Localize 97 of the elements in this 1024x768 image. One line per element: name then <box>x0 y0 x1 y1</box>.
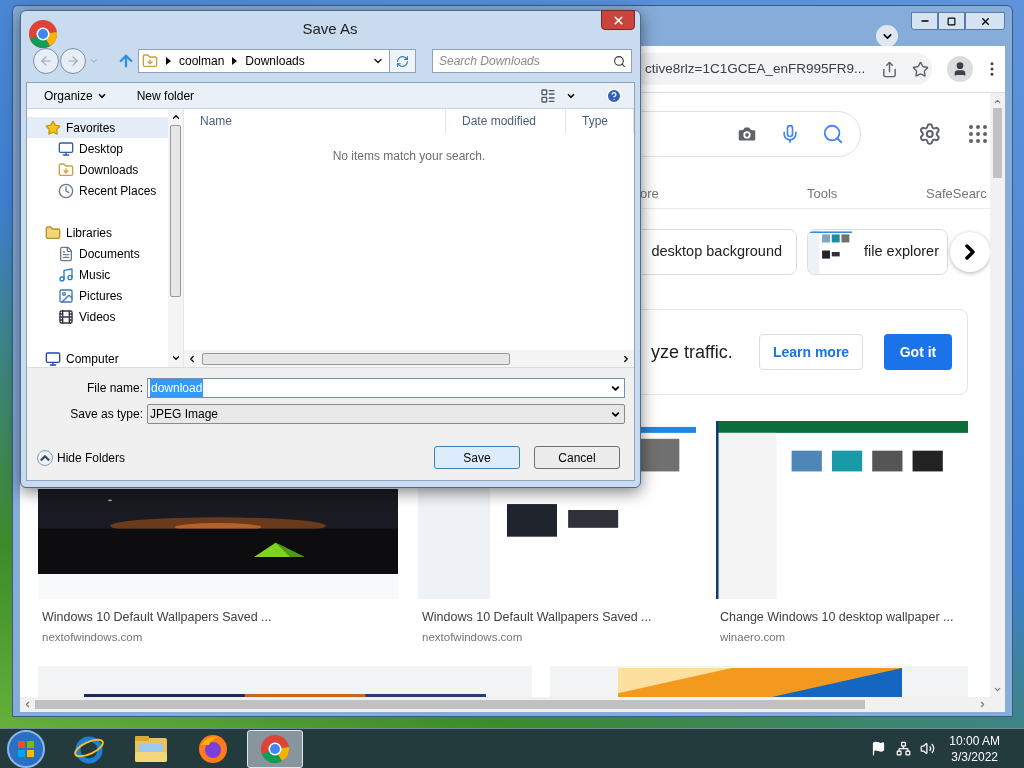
field-label: File name: <box>85 380 144 397</box>
column-header[interactable]: Type <box>566 109 634 133</box>
taskbar-app[interactable] <box>247 729 303 768</box>
nav-item[interactable]: Downloads <box>27 159 168 180</box>
close-icon <box>979 15 991 27</box>
close-button[interactable] <box>965 12 1005 30</box>
music-icon <box>58 266 74 283</box>
result-source: winaero.com <box>719 629 787 645</box>
search-tab[interactable]: Tools <box>807 183 926 204</box>
back-button[interactable] <box>33 48 59 74</box>
clock[interactable]: 10:00 AM 3/3/2022 <box>949 732 1000 765</box>
apps-icon[interactable] <box>966 122 990 146</box>
nav-item[interactable]: Pictures <box>27 285 168 306</box>
suggestion-chip[interactable]: file explorer <box>807 229 948 275</box>
nav-item[interactable]: Recent Places <box>27 180 168 201</box>
nav-item[interactable]: Favorites <box>27 117 168 138</box>
breadcrumb-item[interactable]: coolman <box>179 52 225 70</box>
start-button[interactable] <box>7 729 45 768</box>
empty-message: No items match your search. <box>332 149 486 163</box>
scrollbar[interactable] <box>168 109 183 367</box>
toolbar-button[interactable]: New folder <box>136 86 195 105</box>
nav-item[interactable]: Documents <box>27 243 168 264</box>
help-icon[interactable] <box>606 87 622 104</box>
scroll-left-icon[interactable] <box>187 353 197 364</box>
star-icon[interactable] <box>912 60 930 78</box>
result-title[interactable]: Windows 10 Default Wallpapers Saved ... <box>38 608 398 627</box>
search-tab[interactable]: SafeSearc <box>926 183 987 204</box>
consent-button[interactable]: Got it <box>884 334 952 370</box>
collapse-icon <box>37 449 53 466</box>
close-button[interactable] <box>601 10 635 30</box>
maximize-button[interactable] <box>938 12 965 30</box>
flag-icon[interactable] <box>871 741 887 756</box>
triangle-icon <box>232 57 238 65</box>
image-icon <box>58 287 74 304</box>
nav-item[interactable]: Desktop <box>27 138 168 159</box>
computer-icon <box>45 350 61 367</box>
arrow-right-icon <box>66 54 80 68</box>
star-icon <box>45 119 61 136</box>
breadcrumb-item[interactable]: Downloads <box>245 52 305 70</box>
person-icon <box>952 61 968 77</box>
maximize-icon <box>947 16 956 26</box>
refresh-icon[interactable] <box>396 54 409 68</box>
close-icon <box>611 13 625 27</box>
scroll-down-icon[interactable] <box>170 353 181 363</box>
chrome-icon <box>259 732 291 765</box>
result-source: nextofwindows.com <box>421 629 524 645</box>
scrollbar[interactable] <box>20 697 1005 712</box>
scroll-thumb[interactable] <box>35 700 865 709</box>
chrome-icon <box>27 18 59 50</box>
search-tab[interactable]: ore <box>640 183 807 204</box>
result-title[interactable]: Windows 10 Default Wallpapers Saved ... <box>418 608 696 627</box>
next-button[interactable] <box>950 232 990 272</box>
result-title[interactable]: Change Windows 10 desktop wallpaper ... <box>716 608 968 627</box>
dialog-button[interactable]: Cancel <box>534 446 620 469</box>
scrollbar[interactable] <box>184 350 634 367</box>
nav-item[interactable]: Videos <box>27 306 168 327</box>
folder-icon <box>133 733 169 764</box>
firefox-icon <box>197 732 229 765</box>
settings-icon[interactable] <box>918 122 942 146</box>
dialog-button[interactable]: Save <box>434 446 520 469</box>
column-header[interactable]: Date modified <box>446 109 566 133</box>
scrollbar[interactable] <box>990 93 1005 697</box>
column-header[interactable]: Name <box>184 109 446 133</box>
view-icon[interactable] <box>540 87 556 104</box>
network-icon[interactable] <box>896 741 912 756</box>
tab-search-button[interactable] <box>876 25 898 47</box>
scroll-right-icon[interactable] <box>621 353 631 364</box>
scroll-up-icon[interactable] <box>170 112 181 122</box>
toolbar-button[interactable]: Organize <box>44 86 107 105</box>
consent-button[interactable]: Learn more <box>759 334 863 370</box>
scroll-thumb[interactable] <box>993 108 1002 178</box>
film-icon <box>58 308 74 325</box>
result-source: nextofwindows.com <box>41 629 144 645</box>
nav-item[interactable]: Libraries <box>27 222 168 243</box>
nav-item[interactable]: Computer <box>27 348 168 367</box>
triangle-icon <box>166 57 171 65</box>
profile-avatar[interactable] <box>947 56 973 82</box>
hide-folders-button[interactable]: Hide Folders <box>37 448 126 467</box>
search-field[interactable]: Search Downloads <box>432 49 632 73</box>
share-icon[interactable] <box>881 60 899 78</box>
document-icon <box>58 245 74 262</box>
clock-icon <box>58 182 74 199</box>
scroll-thumb[interactable] <box>170 125 181 297</box>
folder-download-icon <box>142 53 158 69</box>
scroll-thumb[interactable] <box>202 352 510 365</box>
volume-icon[interactable] <box>920 741 936 756</box>
monitor-icon <box>58 140 74 157</box>
address-field[interactable]: coolman Downloads <box>138 49 416 73</box>
folder-icon <box>45 224 61 241</box>
window-title: Save As <box>302 20 358 37</box>
forward-button[interactable] <box>60 48 86 74</box>
folder-download-icon <box>58 161 74 178</box>
minimize-button[interactable] <box>911 12 938 30</box>
nav-item[interactable]: Music <box>27 264 168 285</box>
field-label: Save as type: <box>69 406 144 423</box>
save-type-dropdown[interactable]: JPEG Image <box>147 404 625 424</box>
consent-text: yze traffic. <box>651 340 734 364</box>
